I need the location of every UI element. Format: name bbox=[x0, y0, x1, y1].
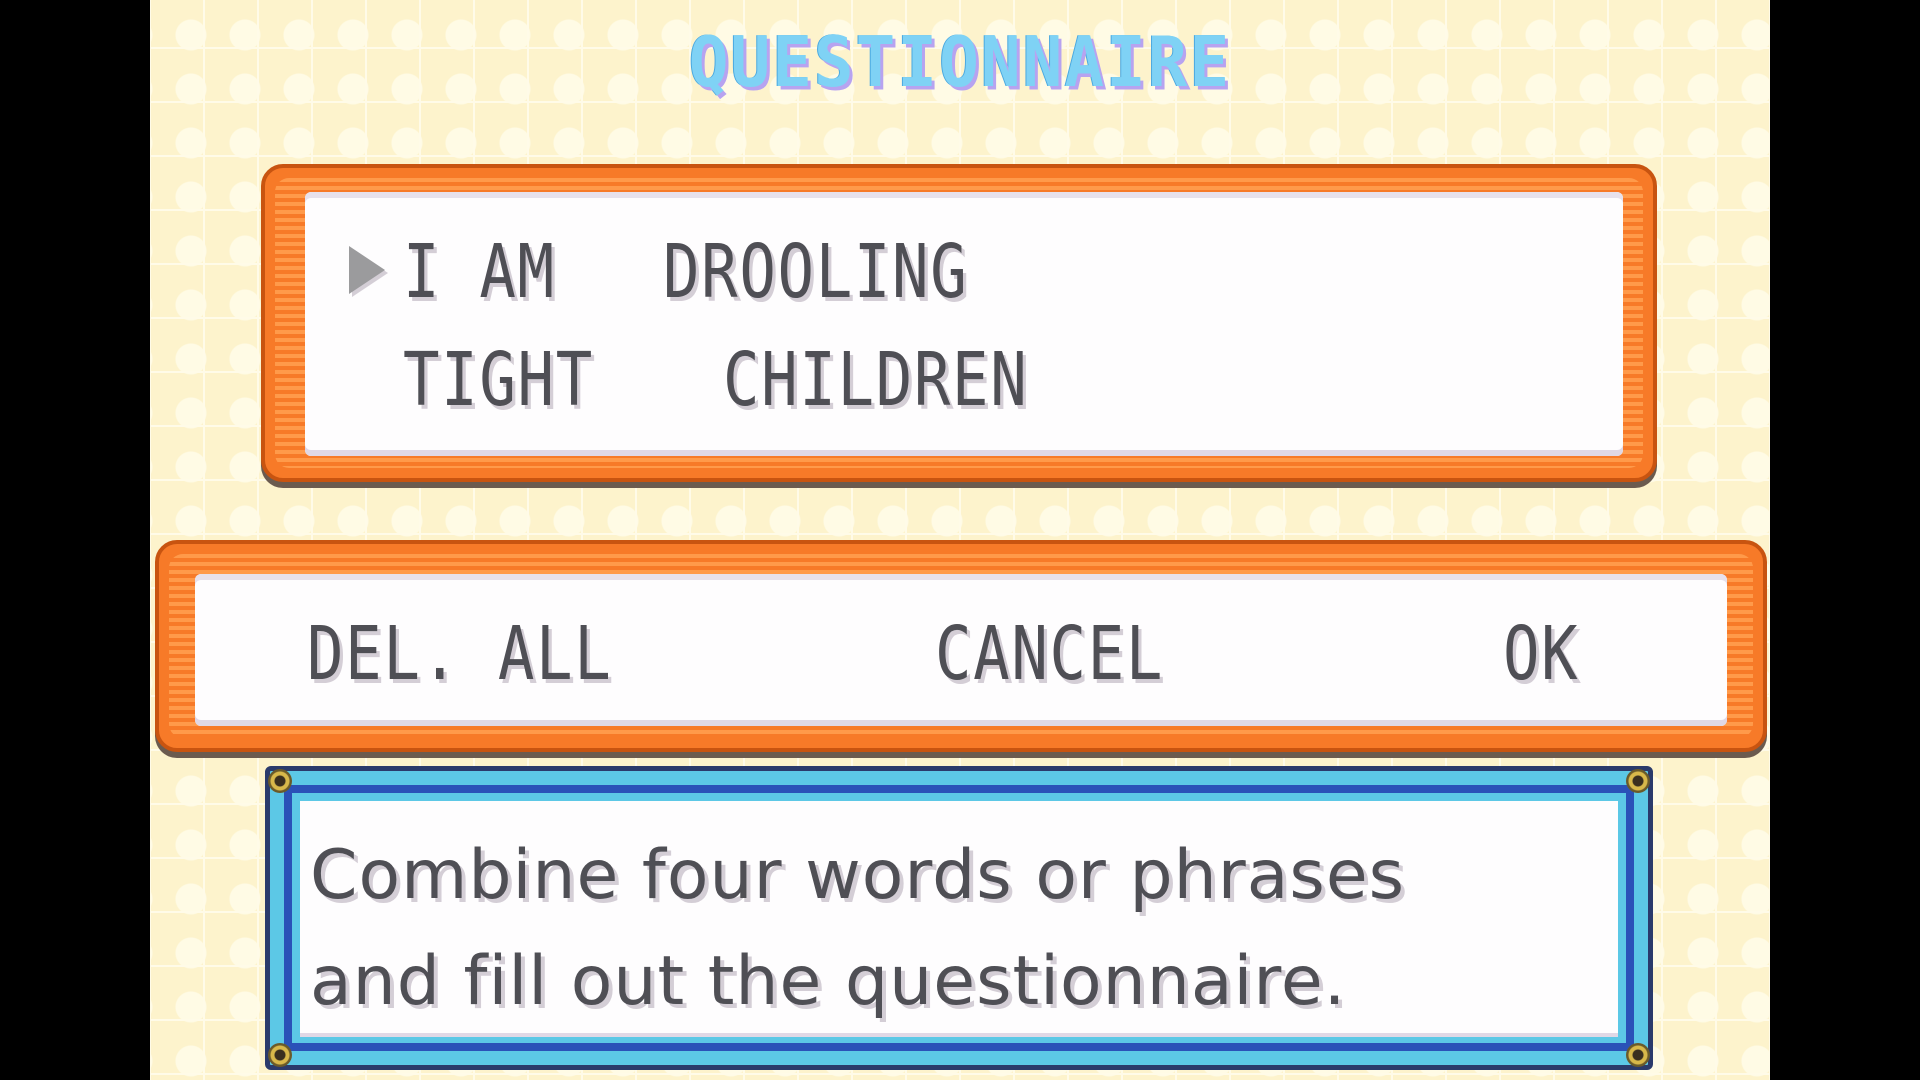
game-screen: QUESTIONNAIRE I AM DROOLING TIGHT CHILDR… bbox=[150, 0, 1770, 1080]
rivet-icon bbox=[1626, 769, 1650, 793]
phrase-word-3[interactable]: TIGHT bbox=[403, 340, 594, 420]
phrase-panel: I AM DROOLING TIGHT CHILDREN bbox=[261, 164, 1657, 482]
message-box-inner: Combine four words or phrases and fill o… bbox=[300, 801, 1618, 1037]
screen-title: QUESTIONNAIRE bbox=[688, 22, 1232, 103]
right-letterbox bbox=[1770, 0, 1920, 1080]
phrase-panel-inner: I AM DROOLING TIGHT CHILDREN bbox=[305, 192, 1623, 456]
message-line-2: and fill out the questionnaire. bbox=[310, 942, 1347, 1021]
triangle-right-cursor-icon bbox=[349, 246, 385, 294]
phrase-word-2[interactable]: DROOLING bbox=[663, 232, 968, 312]
rivet-icon bbox=[1626, 1043, 1650, 1067]
command-menu-inner: DEL. ALL CANCEL OK bbox=[195, 574, 1727, 726]
rivet-icon bbox=[268, 1043, 292, 1067]
delete-all-button[interactable]: DEL. ALL bbox=[307, 614, 612, 694]
phrase-word-1[interactable]: I AM bbox=[403, 232, 556, 312]
ok-button[interactable]: OK bbox=[1503, 614, 1579, 694]
cancel-button[interactable]: CANCEL bbox=[935, 614, 1164, 694]
phrase-word-4[interactable]: CHILDREN bbox=[723, 340, 1028, 420]
message-box: Combine four words or phrases and fill o… bbox=[265, 766, 1653, 1070]
message-line-1: Combine four words or phrases bbox=[310, 836, 1406, 915]
rivet-icon bbox=[268, 769, 292, 793]
command-menu: DEL. ALL CANCEL OK bbox=[155, 540, 1767, 752]
left-letterbox bbox=[0, 0, 150, 1080]
